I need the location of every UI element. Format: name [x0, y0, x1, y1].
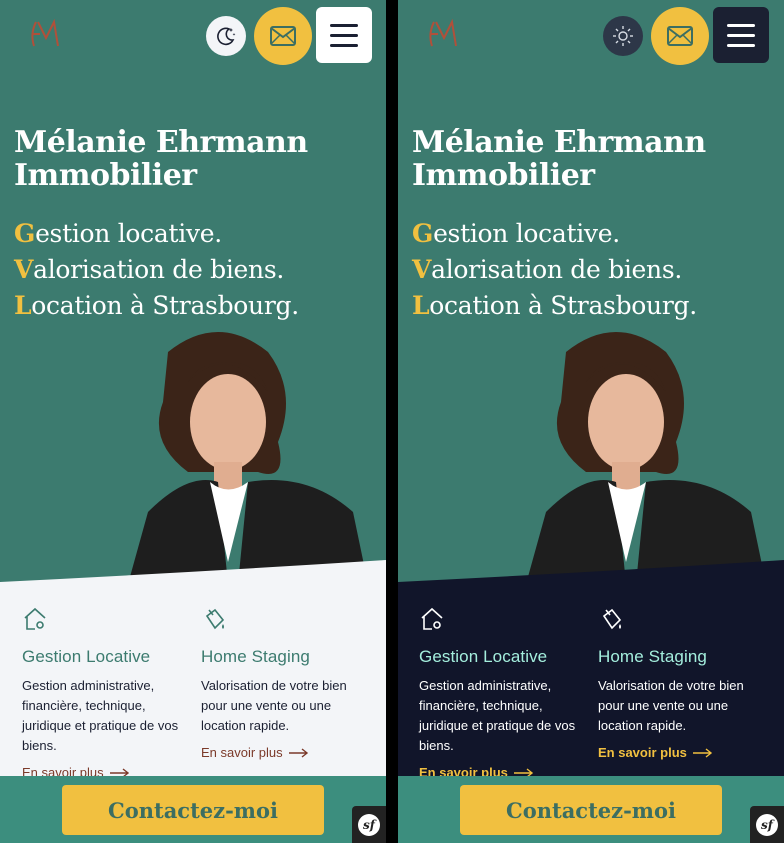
sticky-cta-bar: Contactez-moi sf: [398, 776, 784, 843]
learn-more-link[interactable]: En savoir plus: [201, 745, 309, 760]
service-description: Gestion administrative, financière, tech…: [22, 678, 179, 753]
tagline: Location à Strasbourg.: [14, 291, 299, 320]
portrait-photo: [128, 332, 368, 584]
em-monogram-logo[interactable]: [426, 16, 462, 52]
theme-toggle-button[interactable]: [206, 16, 246, 56]
tagline: Gestion locative.: [14, 219, 222, 248]
paint-bucket-icon: [205, 608, 225, 630]
service-card-gestion: Gestion Locative Gestion administrative,…: [22, 606, 190, 782]
contact-button[interactable]: Contactez-moi: [460, 785, 722, 835]
service-title: Home Staging: [201, 647, 310, 666]
learn-more-link[interactable]: En savoir plus: [598, 745, 713, 760]
service-description: Gestion administrative, financière, tech…: [419, 678, 576, 753]
service-card-staging: Home Staging Valorisation de votre bien …: [201, 606, 369, 762]
service-title: Gestion Locative: [22, 647, 151, 666]
arrow-right-icon: [288, 747, 308, 758]
theme-toggle-button[interactable]: [603, 16, 643, 56]
contact-button[interactable]: Contactez-moi: [62, 785, 324, 835]
house-gear-icon: [24, 607, 46, 630]
envelope-icon: [270, 26, 296, 46]
service-description: Valorisation de votre bien pour une vent…: [598, 678, 744, 733]
mail-button[interactable]: [254, 7, 312, 65]
house-gear-icon: [421, 607, 443, 630]
menu-button[interactable]: [713, 7, 769, 63]
hamburger-icon: [727, 23, 755, 27]
portrait-photo: [526, 332, 766, 584]
hamburger-icon: [330, 23, 358, 27]
service-description: Valorisation de votre bien pour une vent…: [201, 678, 347, 733]
service-card-staging: Home Staging Valorisation de votre bien …: [598, 606, 766, 762]
envelope-icon: [667, 26, 693, 46]
menu-button[interactable]: [316, 7, 372, 63]
symfony-toolbar-icon[interactable]: sf: [352, 806, 386, 843]
moon-stars-icon: [217, 27, 236, 46]
tagline-list: Gestion locative. Valorisation de biens.…: [14, 216, 299, 324]
tagline: Valorisation de biens.: [412, 255, 682, 284]
service-title: Home Staging: [598, 647, 707, 666]
symfony-toolbar-icon[interactable]: sf: [750, 806, 784, 843]
mobile-view-dark: Mélanie Ehrmann Immobilier Gestion locat…: [398, 0, 784, 843]
mail-button[interactable]: [651, 7, 709, 65]
page-title: Mélanie Ehrmann Immobilier: [412, 125, 706, 193]
service-title: Gestion Locative: [419, 647, 548, 666]
sun-icon: [613, 26, 633, 46]
mobile-view-light: Mélanie Ehrmann Immobilier Gestion locat…: [0, 0, 386, 843]
sticky-cta-bar: Contactez-moi sf: [0, 776, 386, 843]
tagline: Gestion locative.: [412, 219, 620, 248]
em-monogram-logo[interactable]: [28, 16, 64, 52]
page-title: Mélanie Ehrmann Immobilier: [14, 125, 308, 193]
tagline-list: Gestion locative. Valorisation de biens.…: [412, 216, 697, 324]
arrow-right-icon: [692, 747, 712, 758]
tagline: Valorisation de biens.: [14, 255, 284, 284]
paint-bucket-icon: [602, 608, 622, 630]
service-card-gestion: Gestion Locative Gestion administrative,…: [419, 606, 587, 782]
tagline: Location à Strasbourg.: [412, 291, 697, 320]
